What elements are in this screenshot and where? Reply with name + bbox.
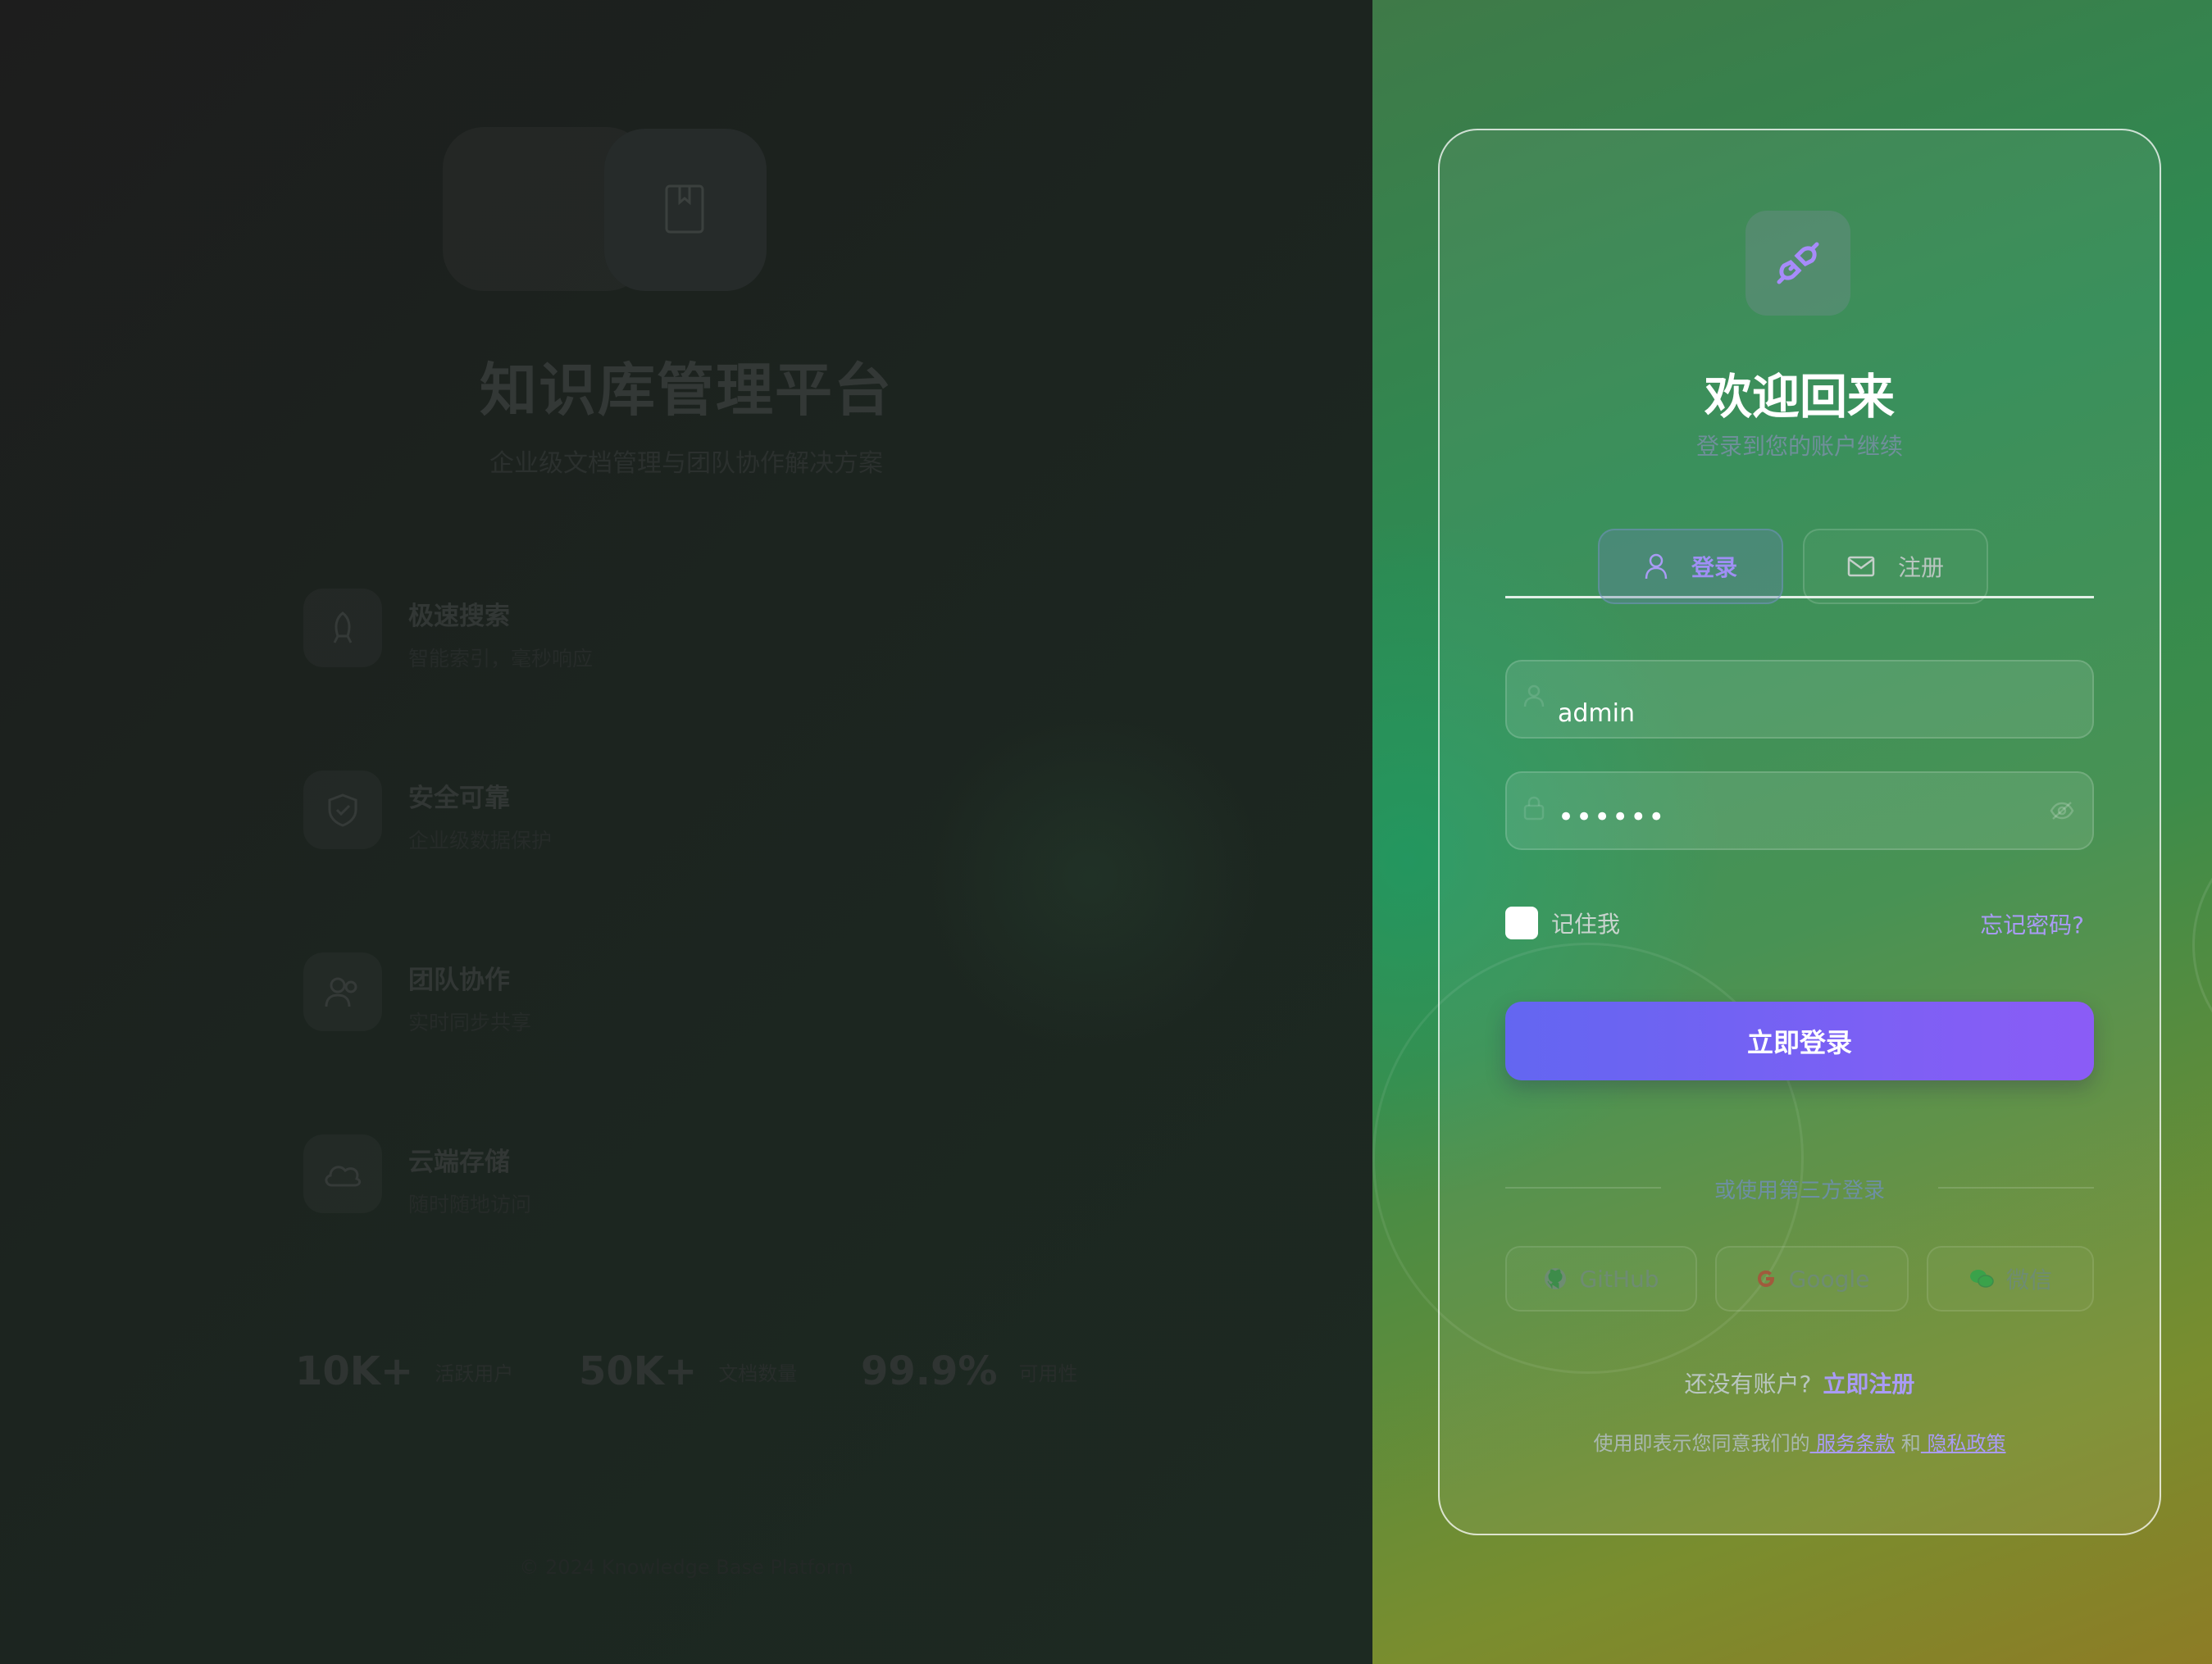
- brand-logo: [604, 129, 767, 291]
- login-subtitle: 登录到您的账户继续: [1695, 433, 1903, 460]
- stat-label: 文档数量: [718, 1362, 798, 1385]
- stat-item: 99.9% 可用性: [861, 1348, 1078, 1406]
- stat-label: 可用性: [1018, 1362, 1078, 1385]
- rocket-icon: [303, 589, 382, 667]
- remember-checkbox[interactable]: [1505, 907, 1538, 939]
- feature-item: 极速搜索 智能索引，毫秒响应: [303, 589, 795, 712]
- social-divider: 或使用第三方登录: [1505, 1171, 2094, 1203]
- remember-me: 记住我: [1505, 905, 1620, 941]
- feature-desc: 实时同步共享: [408, 1011, 532, 1034]
- register-link[interactable]: 立即注册: [1823, 1371, 1914, 1398]
- brand-panel: 知识库管理平台 企业级文档管理与团队协作解决方案 极速搜索 智能索引，毫秒响应 …: [0, 0, 1372, 1664]
- user-icon: [1523, 684, 1545, 707]
- stat-value: 99.9%: [861, 1348, 998, 1394]
- github-icon: [1545, 1268, 1567, 1289]
- cloud-icon: [303, 1134, 382, 1213]
- lock-icon: [1523, 796, 1545, 821]
- feature-title: 团队协作: [408, 966, 510, 995]
- feature-item: 安全可靠 企业级数据保护: [303, 771, 795, 893]
- users-icon: [303, 952, 382, 1031]
- wechat-login-button[interactable]: 微信: [1927, 1246, 2094, 1312]
- stat-value: 10K+: [295, 1348, 414, 1394]
- username-field[interactable]: admin: [1505, 660, 2094, 739]
- feature-title: 安全可靠: [408, 784, 510, 813]
- social-label: Google: [1788, 1265, 1870, 1293]
- login-panel: 欢迎回来 登录到您的账户继续 登录 注册 admin •••••• 记住我 忘记: [1372, 0, 2212, 1664]
- tab-register[interactable]: 注册: [1803, 529, 1988, 604]
- feature-item: 团队协作 实时同步共享: [303, 952, 795, 1075]
- brand-subtitle: 企业级文档管理与团队协作解决方案: [489, 449, 883, 478]
- mail-icon: [1847, 556, 1875, 577]
- shield-check-icon: [303, 771, 382, 849]
- forgot-password-link[interactable]: 忘记密码?: [1980, 907, 2084, 940]
- copyright: © 2024 Knowledge Base Platform: [519, 1556, 853, 1579]
- feature-title: 极速搜索: [408, 602, 510, 631]
- stat-value: 50K+: [579, 1348, 698, 1394]
- stat-item: 50K+ 文档数量: [579, 1348, 797, 1406]
- login-button[interactable]: 立即登录: [1505, 1002, 2094, 1080]
- feature-item: 云端存储 随时随地访问: [303, 1134, 795, 1257]
- tab-label: 登录: [1691, 554, 1737, 581]
- no-account-text: 还没有账户?: [1684, 1371, 1812, 1398]
- terms-and-text: 和: [1895, 1432, 1921, 1455]
- background-glow: [918, 705, 1263, 1049]
- feature-desc: 智能索引，毫秒响应: [408, 647, 594, 671]
- eye-off-icon[interactable]: [2050, 801, 2074, 821]
- remember-label: 记住我: [1551, 911, 1621, 938]
- password-value: ••••••: [1558, 801, 1667, 834]
- app-logo: [1745, 211, 1850, 316]
- github-login-button[interactable]: GitHub: [1505, 1246, 1697, 1312]
- terms-of-service-link[interactable]: 服务条款: [1810, 1432, 1895, 1455]
- terms-notice: 使用即表示您同意我们的 服务条款 和 隐私政策: [1440, 1427, 2160, 1456]
- decorative-circle: [2192, 820, 2212, 1071]
- social-label: 微信: [2005, 1266, 2052, 1293]
- username-value: admin: [1558, 699, 1635, 728]
- auth-tabs: 登录 注册: [1505, 529, 2094, 604]
- tab-login[interactable]: 登录: [1598, 529, 1783, 604]
- feature-desc: 企业级数据保护: [408, 829, 553, 852]
- wechat-icon: [1969, 1270, 1994, 1288]
- google-icon: [1757, 1271, 1774, 1287]
- book-icon: [665, 184, 704, 234]
- google-login-button[interactable]: Google: [1715, 1246, 1909, 1312]
- feature-title: 云端存储: [408, 1148, 510, 1177]
- terms-text: 使用即表示您同意我们的: [1593, 1432, 1810, 1455]
- login-card: 欢迎回来 登录到您的账户继续 登录 注册 admin •••••• 记住我 忘记: [1438, 129, 2161, 1535]
- user-icon: [1645, 553, 1668, 580]
- password-field[interactable]: ••••••: [1505, 771, 2094, 850]
- plug-icon: [1777, 242, 1819, 284]
- login-title: 欢迎回来: [1704, 369, 1895, 425]
- privacy-policy-link[interactable]: 隐私政策: [1921, 1432, 2005, 1455]
- feature-desc: 随时随地访问: [408, 1193, 532, 1216]
- stat-label: 活跃用户: [435, 1362, 514, 1385]
- brand-title: 知识库管理平台: [480, 357, 893, 424]
- stat-item: 10K+ 活跃用户: [295, 1348, 513, 1406]
- no-account-row: 还没有账户? 立即注册: [1440, 1366, 2160, 1399]
- tab-label: 注册: [1897, 554, 1944, 581]
- social-label: GitHub: [1579, 1265, 1659, 1293]
- divider-text: 或使用第三方登录: [1714, 1179, 1885, 1203]
